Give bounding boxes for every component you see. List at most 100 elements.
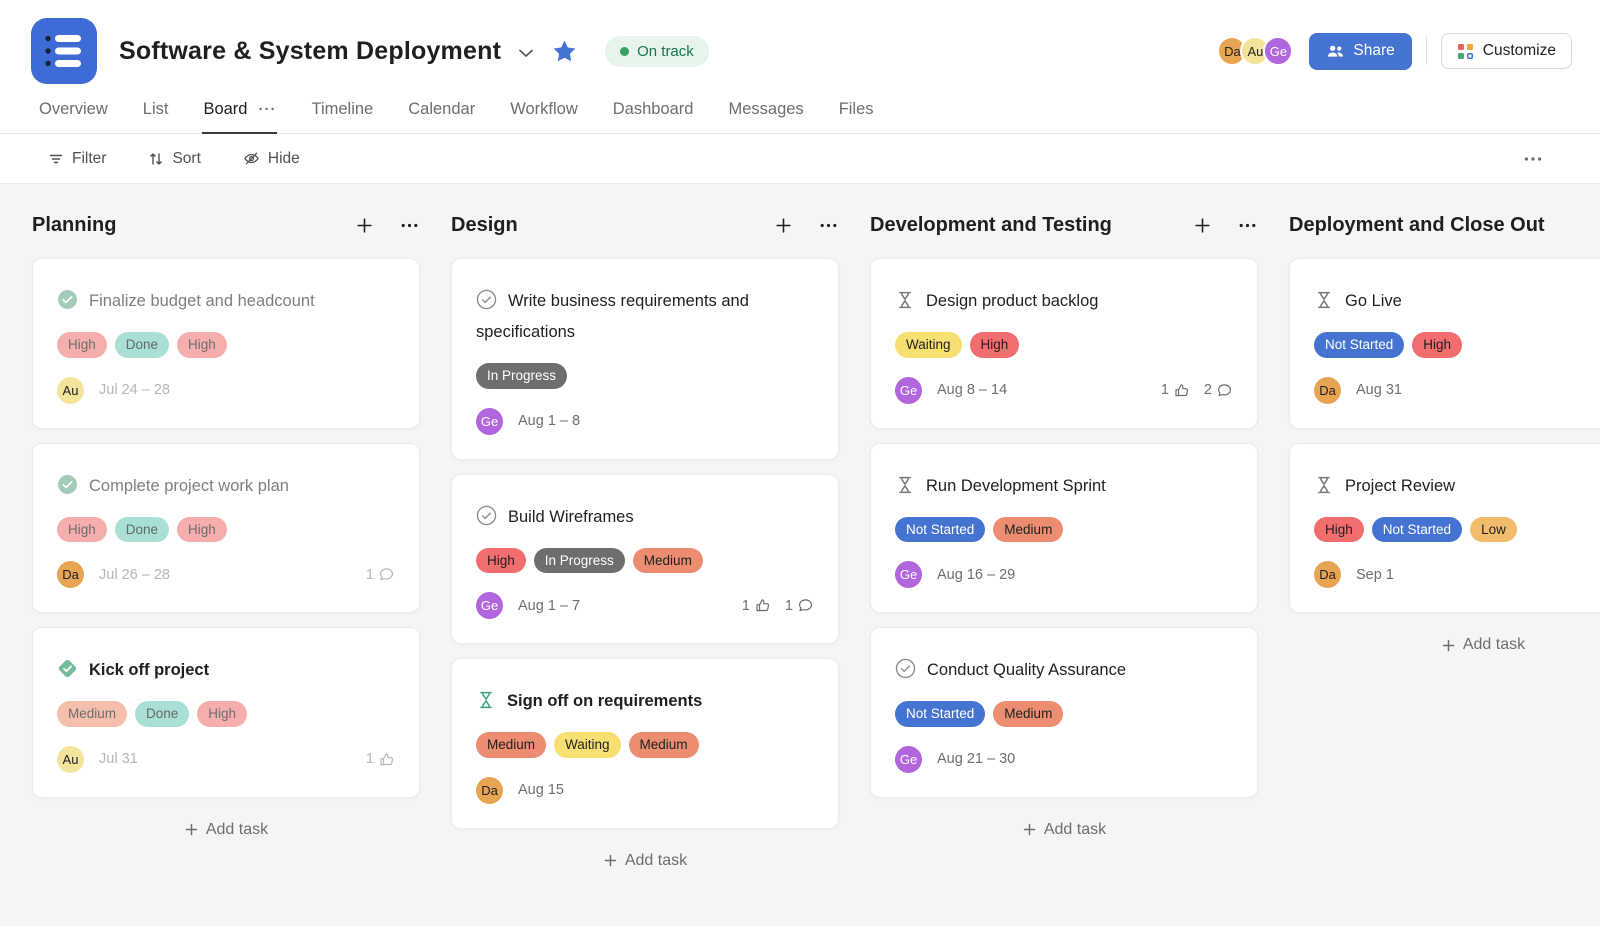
check-complete-icon[interactable] [57, 289, 78, 310]
thumbs-up-icon [754, 597, 771, 614]
tag-row: In Progress [476, 363, 814, 389]
add-task-label: Add task [1043, 820, 1107, 838]
tag-high-faded: High [197, 701, 248, 727]
tag-high-faded: High [57, 332, 107, 358]
check-complete-icon[interactable] [57, 474, 78, 495]
avatar-ge[interactable]: Ge [1263, 36, 1294, 66]
assignee-avatar-ge: Ge [476, 407, 503, 435]
tab-dashboard[interactable]: Dashboard [612, 96, 695, 134]
tab-board[interactable]: Board ··· [202, 96, 278, 134]
tag-high: High [969, 332, 1020, 358]
add-task-button[interactable]: Add task [451, 852, 839, 870]
share-label: Share [1353, 42, 1395, 59]
task-title: Sign off on requirements [507, 692, 703, 710]
task-card[interactable]: Build Wireframes High In Progress Medium Ge A… [451, 473, 839, 644]
tab-overflow-icon[interactable]: ··· [258, 101, 276, 118]
card-meta: Da Aug 31 [1314, 376, 1600, 404]
due-date: Aug 15 [518, 782, 564, 798]
approval-green-icon[interactable] [476, 690, 496, 710]
column-more-icon[interactable] [1237, 215, 1258, 236]
check-incomplete-icon[interactable] [476, 505, 497, 526]
task-card[interactable]: Complete project work plan High Done High Da… [32, 442, 420, 613]
approval-icon[interactable] [895, 290, 915, 310]
task-card[interactable]: Write business requirements and specific… [451, 258, 839, 460]
filter-button[interactable]: Filter [48, 150, 106, 168]
task-title: Project Review [1345, 476, 1456, 495]
tag-medium: Medium [993, 516, 1064, 542]
project-icon[interactable] [31, 18, 97, 84]
tag-row: High Done High [57, 516, 395, 542]
milestone-complete-icon[interactable] [57, 658, 78, 679]
task-card[interactable]: Kick off project Medium Done High Au Jul 31 1 [32, 627, 420, 798]
task-title: Write business requirements and specific… [476, 292, 749, 341]
assignee-avatar-ge: Ge [476, 592, 503, 619]
sort-icon [148, 151, 164, 167]
add-task-plus-icon[interactable] [355, 215, 374, 236]
page-title[interactable]: Software & System Deployment [119, 37, 501, 66]
task-title: Design product backlog [926, 292, 1099, 310]
tag-high-faded: High [177, 332, 227, 358]
comment-bubble-icon [1216, 382, 1233, 399]
add-task-button[interactable]: Add task [1289, 636, 1600, 654]
tab-list[interactable]: List [142, 96, 170, 134]
add-task-button[interactable]: Add task [32, 821, 420, 839]
approval-icon[interactable] [1314, 475, 1334, 495]
task-card[interactable]: Go Live Not Started High Da Aug 31 [1289, 258, 1600, 429]
hide-button[interactable]: Hide [243, 150, 300, 168]
card-meta: Au Jul 24 – 28 [57, 376, 395, 404]
kanban-board: Planning Finalize budget and headcount Hi… [0, 184, 1600, 926]
due-date: Jul 24 – 28 [99, 382, 170, 398]
column-more-icon[interactable] [818, 215, 839, 236]
task-card[interactable]: Design product backlog Waiting High Ge Aug 8… [870, 258, 1258, 429]
approval-icon[interactable] [895, 475, 915, 495]
tab-calendar[interactable]: Calendar [407, 96, 476, 134]
share-button[interactable]: Share [1309, 32, 1412, 70]
tag-medium: Medium [476, 732, 547, 758]
tab-messages[interactable]: Messages [727, 96, 804, 134]
divider [1425, 37, 1427, 65]
column-more-icon[interactable] [399, 215, 420, 236]
add-task-plus-icon[interactable] [1193, 215, 1212, 236]
tab-workflow[interactable]: Workflow [509, 96, 579, 134]
tab-label: Timeline [311, 100, 374, 118]
task-title: Kick off project [89, 661, 210, 679]
plus-icon [603, 853, 618, 868]
chevron-down-icon[interactable] [518, 44, 534, 59]
task-card[interactable]: Conduct Quality Assurance Not Started Medi… [870, 627, 1258, 798]
tag-waiting: Waiting [554, 732, 621, 758]
tag-medium: Medium [628, 732, 699, 758]
column-title: Deployment and Close Out [1289, 213, 1545, 236]
filter-label: Filter [72, 149, 107, 167]
card-meta: Da Sep 1 [1314, 561, 1600, 588]
sort-label: Sort [172, 149, 201, 167]
tab-files[interactable]: Files [838, 96, 875, 134]
due-date: Aug 16 – 29 [937, 566, 1016, 583]
task-card[interactable]: Project Review High Not Started Low Da Sep 1 [1289, 442, 1600, 613]
check-incomplete-icon[interactable] [476, 289, 497, 310]
status-badge[interactable]: On track [605, 35, 709, 67]
add-task-button[interactable]: Add task [870, 821, 1258, 839]
customize-button[interactable]: Customize [1440, 33, 1572, 69]
toolbar-more-icon[interactable] [1522, 148, 1544, 170]
task-card[interactable]: Sign off on requirements Medium Waiting Med… [451, 658, 839, 829]
tag-high-faded: High [177, 516, 227, 542]
tab-label: Dashboard [612, 100, 694, 118]
tab-label: Board [203, 100, 248, 118]
approval-icon[interactable] [1314, 290, 1334, 310]
check-incomplete-icon[interactable] [895, 658, 916, 679]
add-task-plus-icon[interactable] [774, 215, 793, 236]
tab-timeline[interactable]: Timeline [310, 96, 374, 134]
hide-label: Hide [267, 149, 300, 167]
tab-overview[interactable]: Overview [38, 96, 109, 134]
favorite-star-icon[interactable] [551, 38, 578, 65]
task-card[interactable]: Run Development Sprint Not Started Medium G… [870, 442, 1258, 613]
hide-eye-slash-icon [243, 150, 260, 167]
task-card[interactable]: Finalize budget and headcount High Done Hig… [32, 258, 420, 429]
sort-button[interactable]: Sort [148, 149, 201, 168]
comment-bubble-icon [797, 597, 814, 614]
card-meta: Au Jul 31 1 [57, 745, 395, 773]
tab-label: Workflow [510, 100, 578, 118]
comments-count: 1 [366, 566, 395, 583]
customize-label: Customize [1482, 42, 1556, 59]
likes-count: 1 [742, 597, 771, 614]
